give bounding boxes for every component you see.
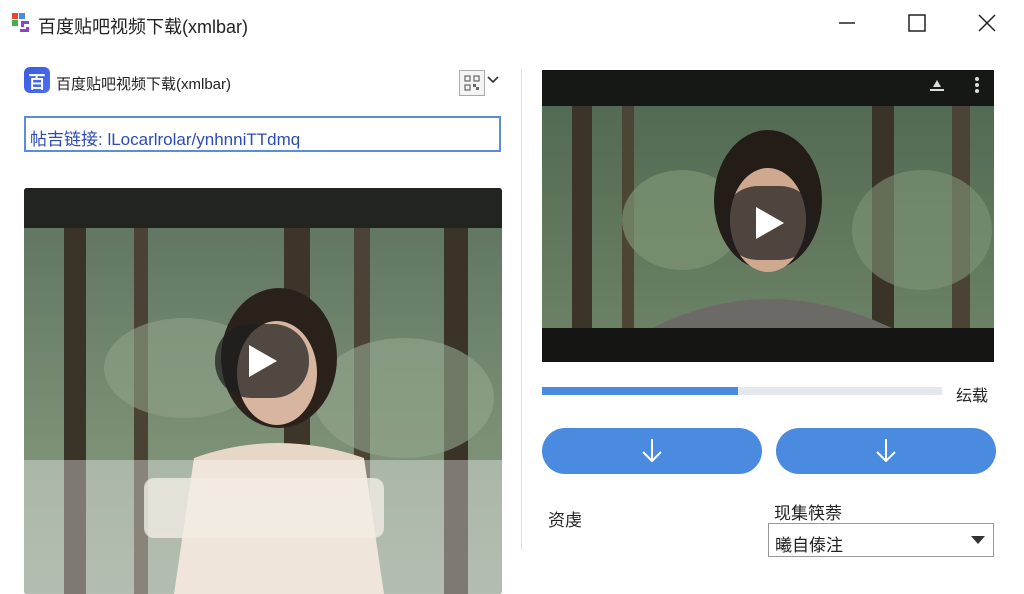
quality-label: 资虔 [548, 511, 582, 530]
url-input-text: 帖吉链接: lLocarlrolar/ynhnniTTdmq [30, 130, 301, 149]
download-icon [642, 439, 662, 463]
play-button[interactable] [215, 324, 309, 398]
save-location-value: 曦自傣注 [775, 536, 843, 555]
url-input[interactable]: 帖吉链接: lLocarlrolar/ynhnniTTdmq [24, 116, 501, 152]
save-location-select[interactable]: 曦自傣注 [768, 523, 994, 557]
qr-code-icon [464, 75, 480, 91]
qr-code-button[interactable] [459, 70, 485, 96]
download-button-2[interactable] [776, 428, 996, 474]
download-progress-bar [542, 387, 942, 395]
left-panel: 百 百度贴吧视频下载(xmlbar) 帖吉链接: lLocarlrolar/yn… [0, 46, 521, 594]
maximize-icon [908, 14, 926, 32]
window-title: 百度贴吧视频下载(xmlbar) [38, 17, 248, 37]
minimize-icon [839, 22, 855, 24]
progress-label: 纭载 [956, 388, 989, 405]
download-icon [876, 439, 896, 463]
title-bar: 百度贴吧视频下载(xmlbar) [0, 0, 1024, 46]
video-thumbnail[interactable] [24, 188, 502, 594]
dropdown-arrow-icon [971, 536, 985, 544]
save-location-label: 现集筷萘 [774, 504, 842, 523]
right-panel: 纭载 资虔 现集筷萘 曦自傣注 [522, 46, 1024, 576]
maximize-button[interactable] [886, 0, 948, 46]
cast-icon[interactable] [928, 77, 946, 93]
baidu-logo: 百 [24, 67, 50, 93]
minimize-button[interactable] [816, 0, 878, 46]
chevron-down-icon[interactable] [487, 76, 499, 84]
player-toolbar [928, 76, 980, 94]
video-player[interactable] [542, 70, 994, 362]
progress-fill [542, 387, 738, 395]
play-button[interactable] [722, 186, 816, 260]
close-button[interactable] [956, 0, 1018, 46]
close-icon [978, 14, 996, 32]
play-icon [756, 207, 784, 239]
more-vertical-icon[interactable] [974, 76, 980, 94]
download-button[interactable] [542, 428, 762, 474]
app-icon [12, 13, 29, 32]
play-icon [249, 345, 277, 377]
panel-title: 百度贴吧视频下载(xmlbar) [56, 76, 231, 93]
